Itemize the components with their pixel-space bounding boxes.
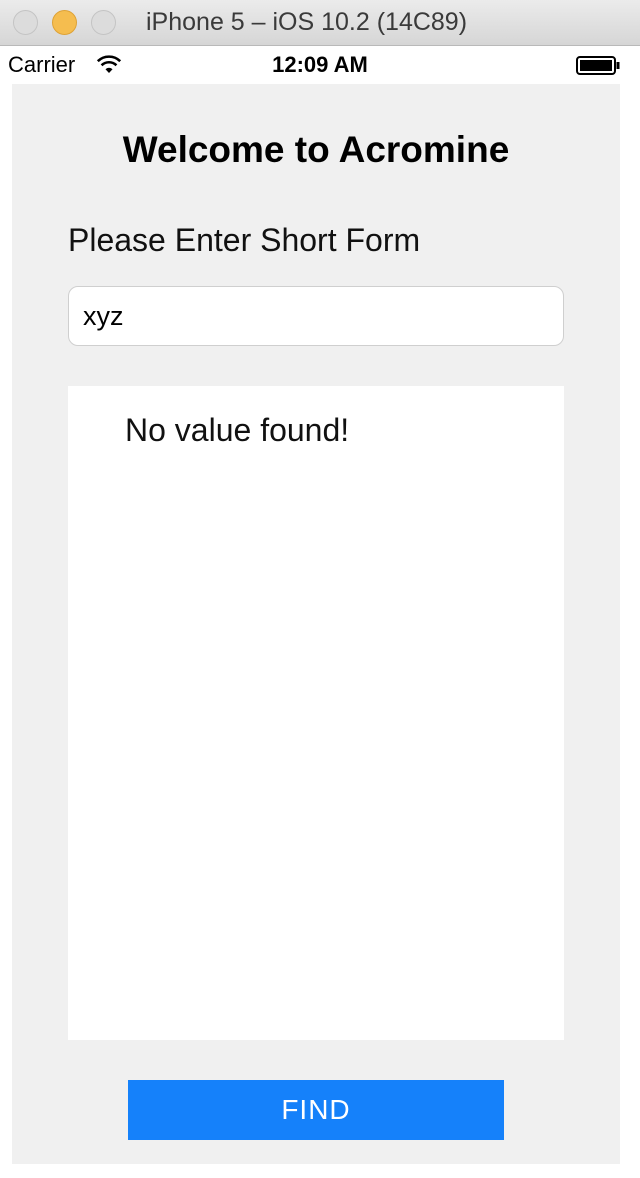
short-form-input[interactable] xyxy=(68,286,564,346)
close-window-button[interactable] xyxy=(13,10,38,35)
zoom-window-button[interactable] xyxy=(91,10,116,35)
minimize-window-button[interactable] xyxy=(52,10,77,35)
window-title: iPhone 5 – iOS 10.2 (14C89) xyxy=(146,8,468,36)
window-titlebar: iPhone 5 – iOS 10.2 (14C89) xyxy=(0,0,640,46)
find-button[interactable]: FIND xyxy=(128,1080,504,1140)
background-window-edge xyxy=(620,84,640,1178)
short-form-label: Please Enter Short Form xyxy=(68,222,421,258)
results-panel: No value found! xyxy=(68,386,564,1040)
result-message: No value found! xyxy=(125,412,350,448)
app-screen: Welcome to Acromine Please Enter Short F… xyxy=(12,84,620,1164)
status-bar: Carrier 12:09 AM xyxy=(0,46,640,84)
page-title: Welcome to Acromine xyxy=(122,129,510,170)
battery-icon xyxy=(576,56,622,81)
status-time: 12:09 AM xyxy=(272,52,368,77)
